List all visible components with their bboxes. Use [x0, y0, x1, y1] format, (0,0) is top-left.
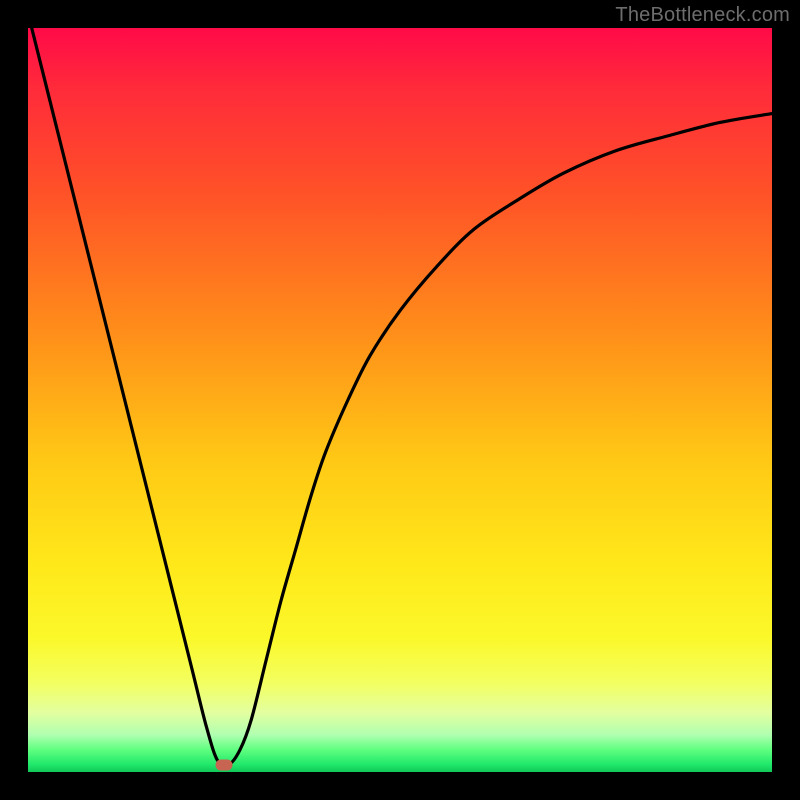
bottleneck-curve: [28, 13, 772, 766]
plot-area: [28, 28, 772, 772]
minimum-marker: [215, 759, 232, 770]
curve-layer: [28, 28, 772, 772]
attribution-label: TheBottleneck.com: [615, 4, 790, 27]
